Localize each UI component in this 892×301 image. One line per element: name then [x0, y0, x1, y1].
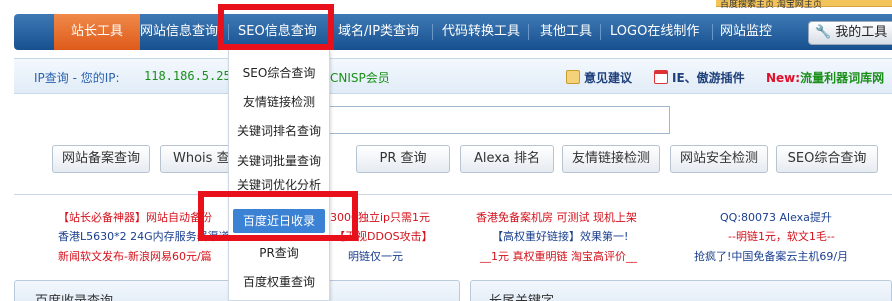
- nav-item-site-monitor[interactable]: 网站监控: [716, 14, 776, 50]
- nav-separator: [528, 24, 529, 40]
- dropdown-item-seo-overview[interactable]: SEO综合查询: [229, 58, 329, 88]
- new-promo-link[interactable]: New:流量利器词库网: [766, 69, 884, 86]
- calendar-icon: [654, 70, 668, 84]
- new-label: New:: [766, 71, 801, 85]
- nav-item-webmaster-tools[interactable]: 站长工具: [54, 14, 140, 50]
- nav-item-domain-ip[interactable]: 域名/IP类查询: [334, 14, 423, 50]
- ad-link[interactable]: 明链仅一元: [348, 248, 403, 264]
- wrench-icon: 🔧: [815, 25, 832, 40]
- dropdown-item-pr[interactable]: PR查询: [229, 238, 329, 268]
- nav-separator: [432, 24, 433, 40]
- ip-label: IP查询 - 您的IP:: [34, 71, 120, 85]
- plugin-label: IE、傲游插件: [672, 71, 745, 85]
- info-bar: IP查询 - 您的IP: 118.186.5.25 CNISP会员 意见建议 I…: [14, 58, 892, 94]
- highlight-box-seo-menu: [218, 4, 334, 50]
- suggestion-label: 意见建议: [584, 71, 633, 85]
- ad-link[interactable]: 香港免备案机房 可测试 现机上架: [476, 209, 637, 225]
- ad-link[interactable]: __1元 真权重明链 淘宝高评价__: [480, 248, 637, 264]
- nav-item-logo-maker[interactable]: LOGO在线制作: [606, 14, 703, 50]
- search-input[interactable]: [322, 106, 670, 134]
- main-nav-bar: 站长工具 网站信息查询 SEO信息查询 域名/IP类查询 代码转换工具 其他工具…: [14, 14, 892, 50]
- ad-link[interactable]: --明链1元，软文1毛--: [728, 228, 835, 244]
- ad-links-panel: 【站长必备神器】网站自动备份 3000独立ip只需1元 香港免备案机房 可测试 …: [14, 194, 892, 268]
- dropdown-item-baidu-weight[interactable]: 百度权重查询: [229, 267, 329, 297]
- ip-value: 118.186.5.25: [144, 69, 231, 83]
- long-tail-keyword-panel: 长尾关键字: [470, 280, 892, 301]
- panel-title: 百度收录查询: [35, 290, 113, 301]
- panel-title: 长尾关键字: [489, 290, 554, 301]
- tool-button-pr[interactable]: PR 查询: [356, 145, 450, 173]
- dropdown-item-keyword-batch[interactable]: 关键词批量查询: [229, 146, 329, 176]
- my-tools-button[interactable]: 🔧 我的工具: [808, 21, 892, 45]
- cnisp-member-link[interactable]: CNISP会员: [330, 69, 390, 86]
- ad-link[interactable]: 抢疯了!中国免备案云主机69/月: [694, 248, 848, 264]
- my-tools-label: 我的工具: [835, 25, 888, 40]
- ad-link[interactable]: 新闻软文发布-新浪网易60元/篇: [58, 248, 212, 264]
- plugin-link[interactable]: IE、傲游插件: [654, 69, 745, 86]
- nav-item-other-tools[interactable]: 其他工具: [536, 14, 596, 50]
- nav-item-code-convert[interactable]: 代码转换工具: [438, 14, 524, 50]
- top-ad-text[interactable]: 百度搜索主页 淘宝网主页: [720, 0, 822, 10]
- nav-separator: [600, 24, 601, 40]
- tool-button-alexa[interactable]: Alexa 排名: [460, 145, 554, 173]
- new-promo-text: 流量利器词库网: [800, 71, 885, 85]
- tool-button-seo-overview[interactable]: SEO综合查询: [776, 145, 878, 173]
- tool-button-site-security[interactable]: 网站安全检测: [670, 145, 768, 173]
- ad-link[interactable]: 【站长必备神器】网站自动备份: [58, 209, 212, 225]
- nav-item-site-info[interactable]: 网站信息查询: [136, 14, 222, 50]
- dropdown-item-keyword-rank[interactable]: 关键词排名查询: [229, 116, 329, 146]
- top-strip: 百度搜索主页 淘宝网主页: [0, 0, 892, 12]
- suggestion-link[interactable]: 意见建议: [566, 69, 632, 86]
- ad-link[interactable]: QQ:80073 Alexa提升: [720, 209, 832, 225]
- seo-info-dropdown-menu: SEO综合查询 友情链接检测 关键词排名查询 关键词批量查询 关键词优化分析 百…: [228, 50, 330, 301]
- highlight-box-recent-index: [198, 191, 358, 241]
- tool-button-icp-lookup[interactable]: 网站备案查询: [52, 145, 150, 173]
- nav-separator: [712, 24, 713, 40]
- tool-button-friend-links[interactable]: 友情链接检测: [562, 145, 660, 173]
- ad-link[interactable]: 【高权重好链接】效果第一!: [492, 228, 628, 244]
- dropdown-item-friend-links[interactable]: 友情链接检测: [229, 87, 329, 117]
- pencil-icon: [566, 70, 580, 84]
